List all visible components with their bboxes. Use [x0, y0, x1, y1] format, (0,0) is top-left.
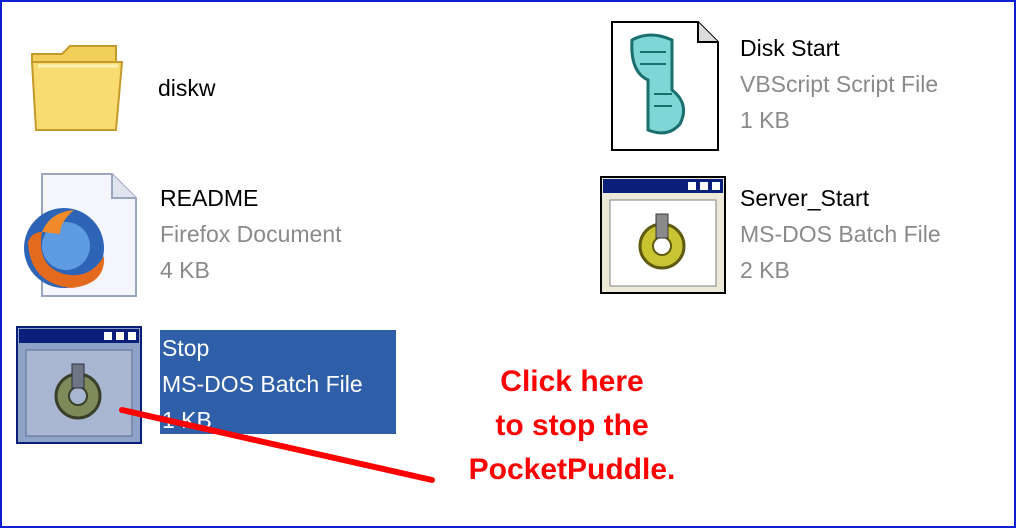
annotation-line-3: PocketPuddle. [468, 453, 676, 486]
annotation-line-1: Click here [500, 365, 644, 398]
annotation-text: Click here to stop the PocketPuddle. [422, 360, 722, 492]
explorer-file-view: diskw Disk Start VBScript Script File 1 … [0, 0, 1016, 528]
annotation-line-2: to stop the [495, 409, 649, 442]
